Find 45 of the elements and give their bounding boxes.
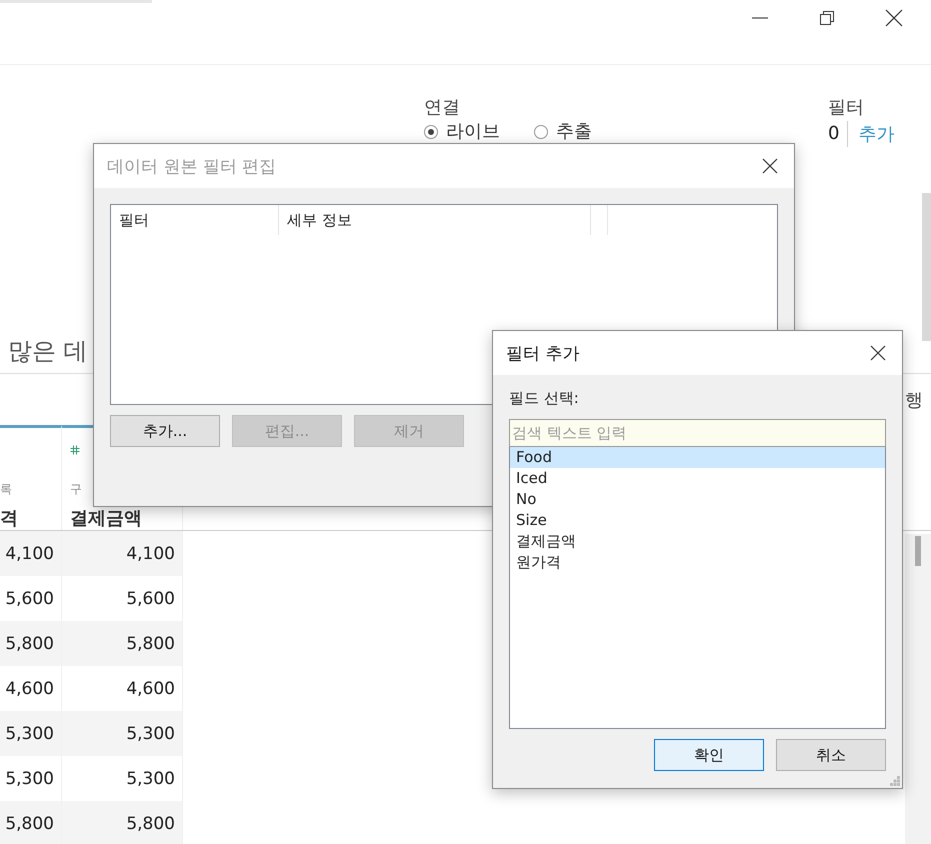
dialog-title: 필터 추가 (506, 342, 580, 364)
radio-label[interactable]: 추출 (556, 121, 592, 143)
data-source-heading: 많은 데 (7, 336, 88, 366)
rows-label: 행 (905, 388, 923, 412)
radio-button[interactable] (534, 125, 548, 139)
radio-button[interactable] (424, 125, 438, 139)
table-cell: 5,800 (62, 621, 183, 666)
close-icon[interactable] (885, 9, 903, 27)
list-column-header[interactable]: 필터 (111, 205, 279, 235)
field-list-item[interactable]: Food (510, 447, 885, 468)
filter-count: 0 (828, 121, 848, 147)
field-list-item[interactable]: Size (510, 510, 885, 531)
close-icon[interactable] (870, 345, 886, 361)
table-cell: 5,300 (62, 711, 183, 756)
table-cell: 4,100 (62, 531, 183, 576)
add-filter-link[interactable]: 추가 (848, 122, 894, 146)
table-cell: 5,800 (0, 801, 62, 844)
resize-grip-icon[interactable] (890, 776, 900, 786)
connection-label: 연결 (424, 96, 461, 120)
close-icon[interactable] (762, 158, 778, 174)
dialog-button[interactable]: 추가... (110, 415, 220, 447)
scrollbar-thumb[interactable] (922, 193, 931, 341)
table-cell: 5,300 (0, 711, 62, 756)
dialog-button[interactable]: 취소 (776, 739, 886, 771)
column-source-label: 록 (0, 481, 13, 498)
radio-label[interactable]: 라이브 (446, 121, 500, 143)
column-source-label: 구 (70, 481, 83, 498)
filters-label: 필터 (828, 96, 865, 120)
scrollbar-track[interactable] (905, 534, 931, 844)
scrollbar-thumb[interactable] (915, 536, 921, 566)
search-field[interactable]: 검색 텍스트 입력 (509, 419, 886, 447)
restore-icon[interactable] (819, 10, 835, 26)
field-list-item[interactable]: 원가격 (510, 552, 885, 573)
table-cell: 5,800 (62, 801, 183, 844)
list-column-header[interactable]: 세부 정보 (279, 205, 591, 235)
table-cell: 4,100 (0, 531, 62, 576)
field-list-item[interactable]: Iced (510, 468, 885, 489)
number-type-icon (70, 445, 80, 455)
dialog-title: 데이터 원본 필터 편집 (107, 156, 276, 178)
table-cell: 5,800 (0, 621, 62, 666)
dialog-button[interactable]: 확인 (654, 739, 764, 771)
field-list-item[interactable]: No (510, 489, 885, 510)
field-list-item[interactable]: 결제금액 (510, 531, 885, 552)
column-name: 격 (0, 508, 19, 530)
column-name: 결제금액 (70, 508, 143, 530)
